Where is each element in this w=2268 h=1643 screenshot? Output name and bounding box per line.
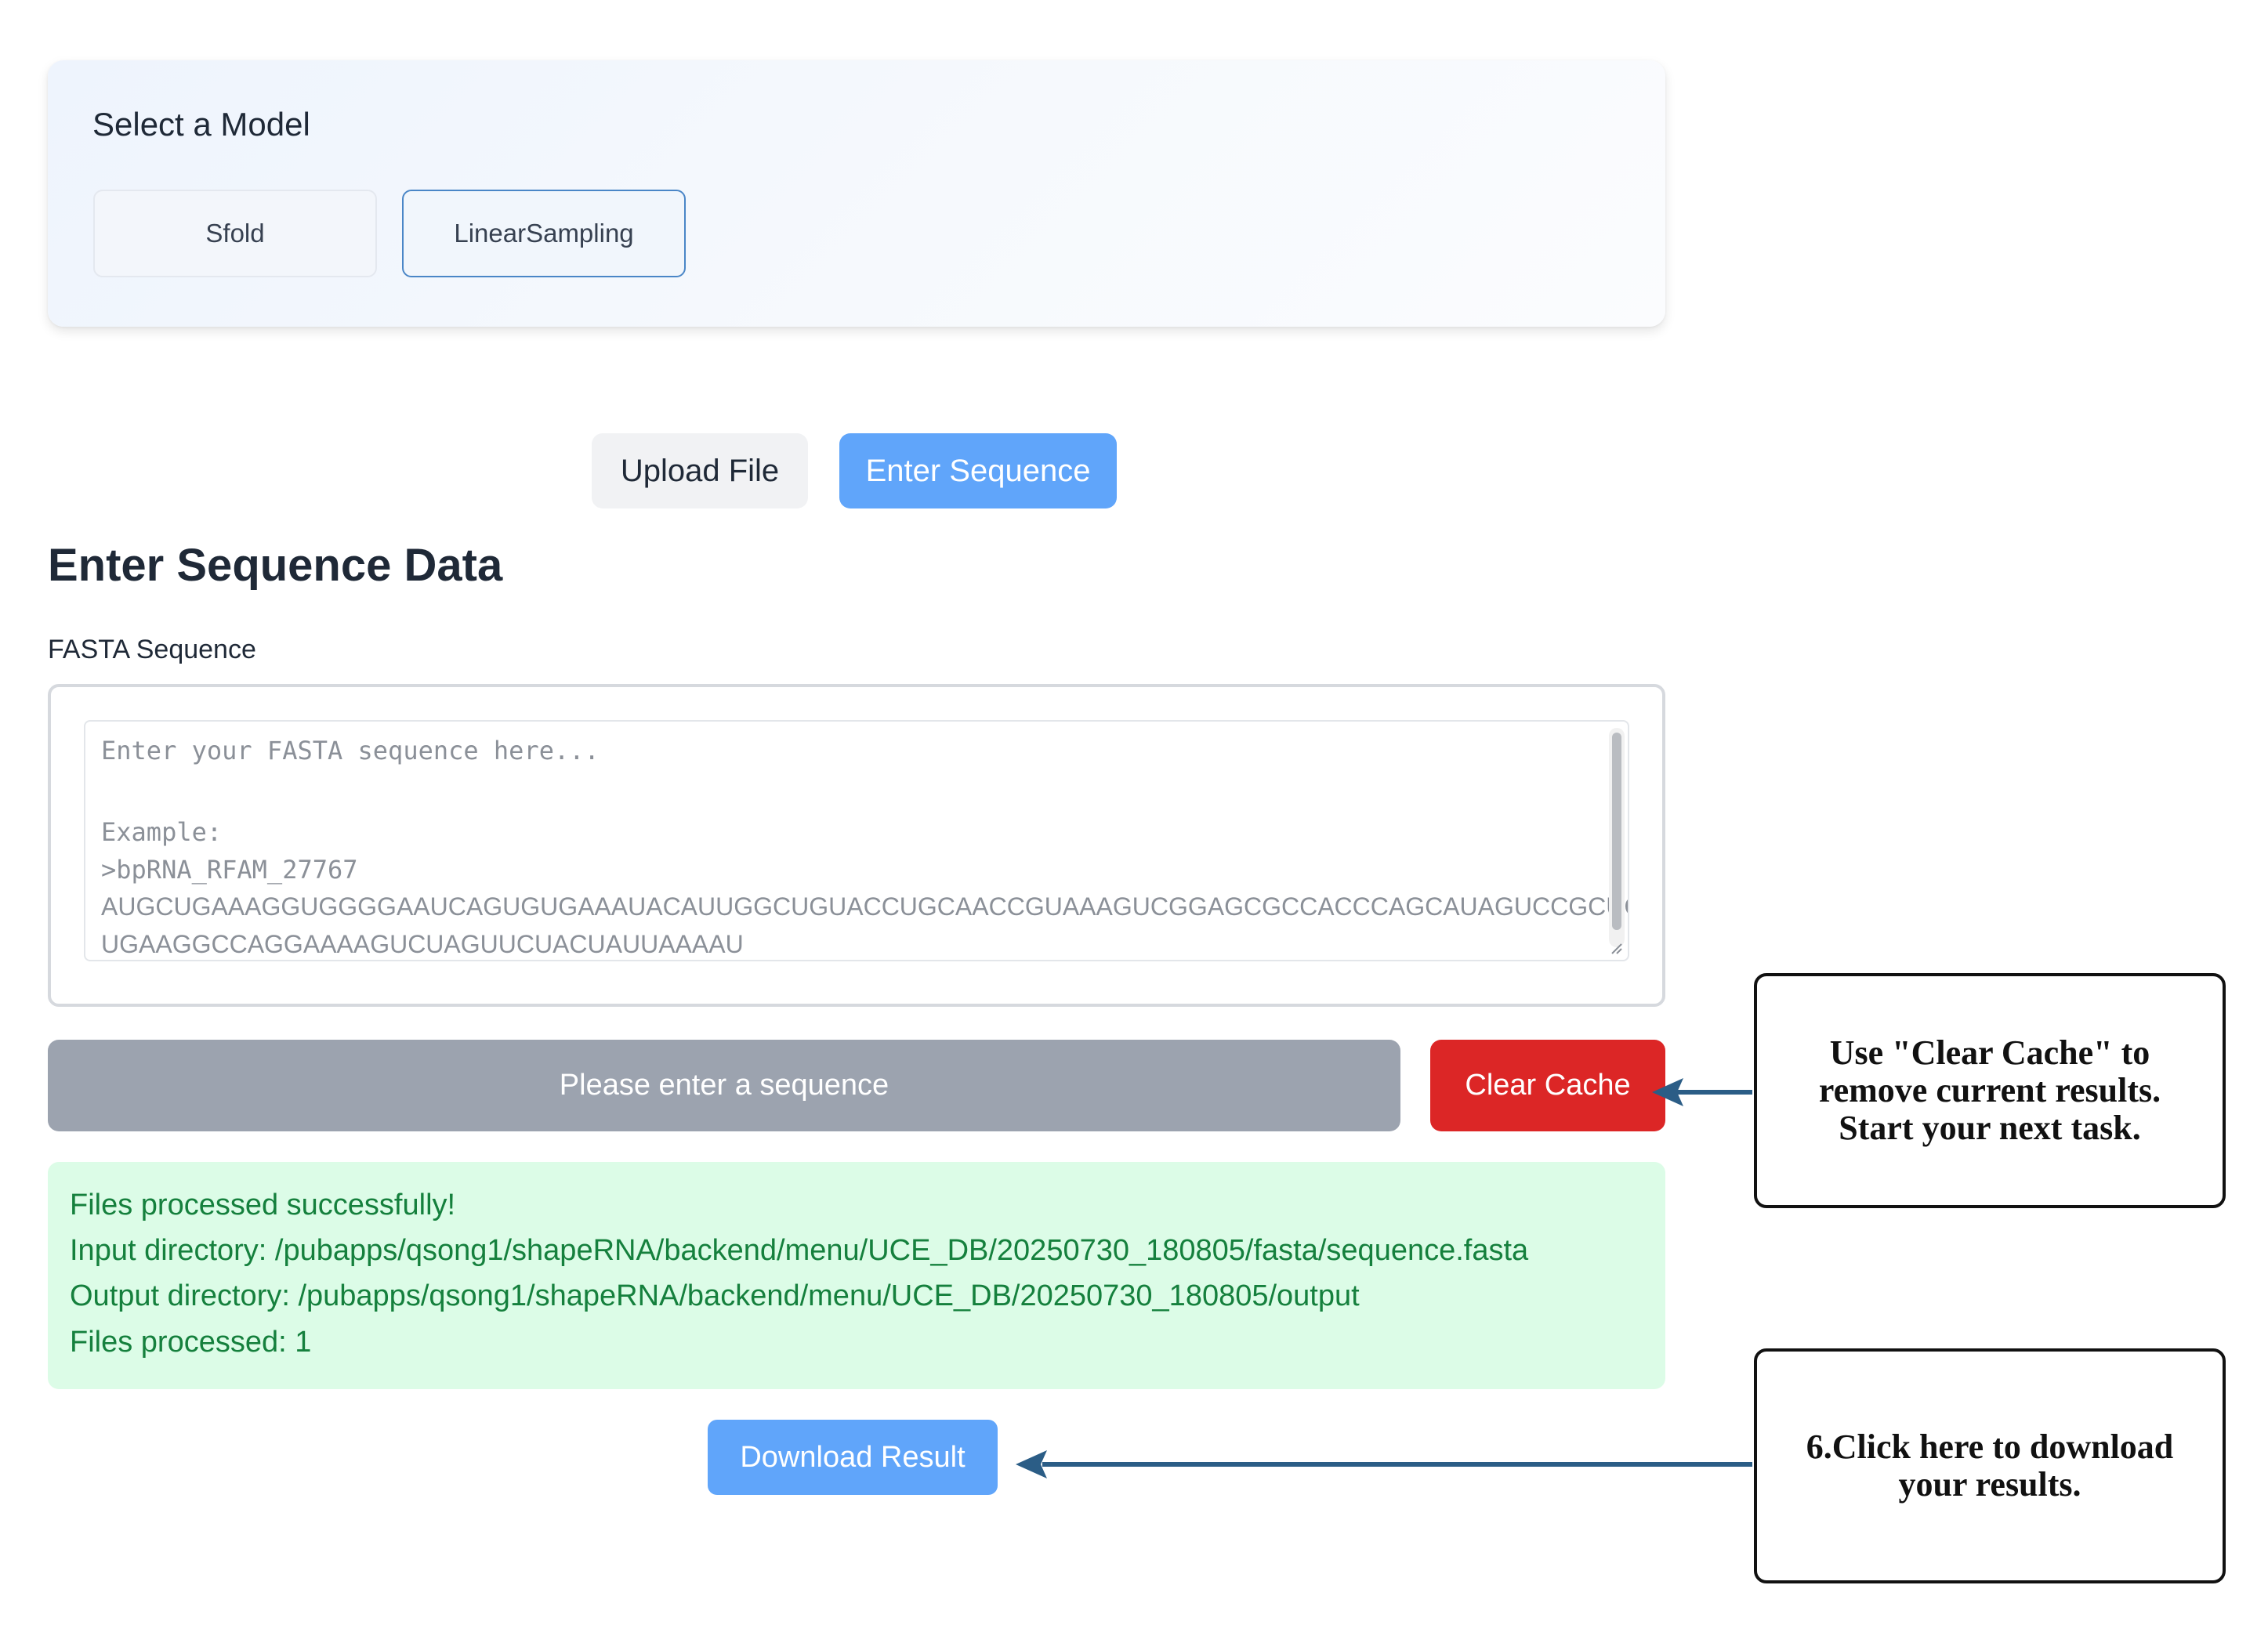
success-line: Files processed: 1 — [70, 1326, 312, 1359]
callout-text-line: remove current results. — [1818, 1071, 2161, 1109]
placeholder-line: Enter your FASTA sequence here... — [101, 736, 600, 765]
clear-cache-callout: Use "Clear Cache" to remove current resu… — [1754, 973, 2226, 1208]
arrow-left-icon — [1016, 1450, 1752, 1478]
section-title: Enter Sequence Data — [48, 540, 503, 591]
upload-file-tab[interactable]: Upload File — [592, 433, 808, 508]
placeholder-line: >bpRNA_RFAM_27767 — [101, 855, 358, 885]
model-select-card: Select a Model Sfold LinearSampling — [48, 60, 1665, 327]
download-callout: 6.Click here to download your results. — [1754, 1348, 2226, 1583]
callout-text-line: Start your next task. — [1839, 1109, 2141, 1147]
fasta-sequence-textarea[interactable]: Enter your FASTA sequence here... Exampl… — [84, 720, 1629, 961]
callout-text-line: Use "Clear Cache" to — [1829, 1033, 2150, 1072]
success-line: Output directory: /pubapps/qsong1/shapeR… — [70, 1279, 1360, 1312]
submit-button[interactable]: Please enter a sequence — [48, 1040, 1400, 1131]
fasta-input-container: Enter your FASTA sequence here... Exampl… — [48, 684, 1665, 1007]
success-line: Files processed successfully! — [70, 1189, 456, 1221]
model-option-sfold[interactable]: Sfold — [93, 190, 377, 277]
download-result-button[interactable]: Download Result — [708, 1420, 998, 1495]
placeholder-line: AUGCUGAAAGGUGGGGAAUCAGUGUGAAAUACAUUGGCUG… — [101, 892, 1629, 921]
arrow-left-icon — [1652, 1078, 1752, 1106]
resize-grip-icon[interactable] — [1609, 941, 1623, 955]
enter-sequence-tab[interactable]: Enter Sequence — [839, 433, 1117, 508]
model-option-linearsampling[interactable]: LinearSampling — [402, 190, 686, 277]
callout-text-line: 6.Click here to download — [1806, 1428, 2174, 1466]
success-message-panel: Files processed successfully! Input dire… — [48, 1162, 1665, 1389]
callout-text-line: your results. — [1898, 1465, 2081, 1504]
model-select-title: Select a Model — [92, 106, 310, 143]
fasta-field-label: FASTA Sequence — [48, 635, 256, 664]
success-line: Input directory: /pubapps/qsong1/shapeRN… — [70, 1234, 1529, 1267]
textarea-scrollbar-thumb[interactable] — [1612, 733, 1621, 930]
clear-cache-button[interactable]: Clear Cache — [1430, 1040, 1665, 1131]
placeholder-line: UGAAGGCCAGGAAAAGUCUAGUUCUACUAUUAAAAU — [101, 930, 744, 958]
placeholder-line: Example: — [101, 817, 223, 847]
